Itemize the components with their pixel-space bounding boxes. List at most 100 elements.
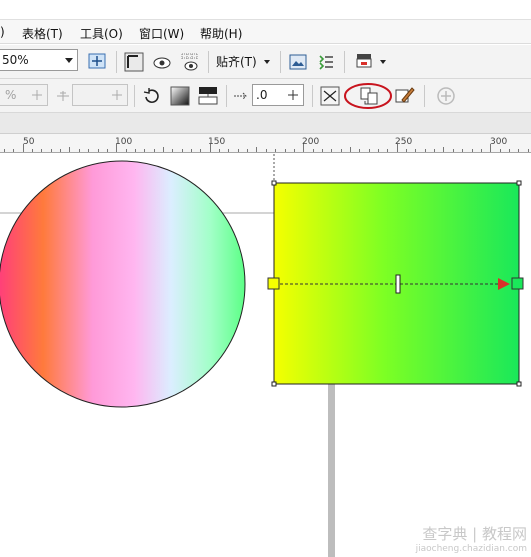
property-bar: % .0 (0, 79, 531, 113)
drawing-canvas[interactable]: 查字典 | 教程网 jiaocheng.chazidian.com (0, 154, 531, 557)
ruler-tick (78, 149, 80, 152)
zoom-level-value: 50% (2, 53, 29, 67)
ruler-tick (237, 149, 239, 152)
image-icon (289, 54, 307, 70)
toolbar-separator (226, 85, 227, 107)
ruler-tick (359, 149, 361, 152)
frame-button[interactable] (122, 50, 146, 74)
menu-item-table[interactable]: 表格(T) (22, 25, 63, 42)
window-top-strip (0, 0, 531, 20)
ruler-tick (349, 147, 351, 152)
watermark: 查字典 | 教程网 jiaocheng.chazidian.com (416, 523, 527, 554)
spinner-icon (288, 90, 298, 100)
selection-handle[interactable] (516, 381, 522, 387)
ruler-tick (368, 149, 370, 152)
ruler-tick (265, 149, 267, 152)
ruler-tick (153, 149, 155, 152)
angle-spinner[interactable] (72, 84, 128, 106)
toolbar-separator (344, 51, 345, 73)
ruler-tick (219, 149, 221, 152)
selection-handle[interactable] (271, 381, 277, 387)
fill-start-node[interactable] (267, 277, 280, 290)
chevron-down-icon (65, 58, 73, 63)
ruler-tick (415, 149, 417, 152)
toolbar-dock-gap (0, 113, 531, 133)
menu-item-cut[interactable]: ) (0, 25, 5, 39)
ruler-tick (134, 149, 136, 152)
view-eye-icon (153, 57, 171, 69)
menu-item-window[interactable]: 窗口(W) (139, 25, 184, 42)
ruler-tick (434, 149, 436, 152)
fill-gradient-button[interactable] (168, 84, 192, 108)
ruler-tick (378, 149, 379, 152)
nudge-distance-spinner[interactable]: .0 (252, 84, 304, 106)
list-options-button[interactable] (314, 50, 338, 74)
ruler-tick (387, 149, 389, 152)
view-toggle-button[interactable] (150, 50, 174, 74)
ruler-tick (97, 149, 99, 152)
options-button[interactable] (286, 50, 310, 74)
ruler-tick (69, 147, 71, 152)
ruler-tick (228, 149, 230, 152)
ruler-tick (106, 149, 108, 152)
horizontal-ruler[interactable]: 50 100 150 200 250 300 (0, 133, 531, 153)
zoom-to-page-button[interactable] (85, 50, 109, 74)
mirror-icon (320, 86, 340, 106)
gradient-circle[interactable] (0, 160, 246, 408)
ruler-tick (424, 149, 426, 152)
ruler-tick (247, 149, 249, 152)
toolbar-separator (312, 85, 313, 107)
ruler-tick (22, 144, 24, 152)
ruler-tick (303, 144, 305, 152)
spinner-icon (32, 90, 42, 100)
ruler-tick (284, 149, 286, 152)
ruler-tick (480, 149, 482, 152)
opacity-spinner[interactable]: % (0, 84, 48, 106)
menu-item-tools[interactable]: 工具(O) (80, 25, 123, 42)
launch-icon (356, 54, 372, 68)
swap-icon (198, 87, 218, 105)
ruler-label: 200 (302, 137, 320, 147)
fill-midpoint-slider[interactable] (395, 274, 401, 294)
application-launcher-button[interactable] (352, 50, 376, 74)
toolbar-separator (134, 85, 135, 107)
chevron-down-icon (380, 60, 386, 64)
zoom-level-combo[interactable]: 50% (0, 49, 78, 71)
fill-end-node[interactable] (511, 277, 524, 290)
rotate-button[interactable] (140, 84, 164, 108)
ruler-tick (60, 149, 62, 152)
mirror-button[interactable] (318, 84, 342, 108)
swap-colors-button[interactable] (196, 84, 220, 108)
ruler-tick (331, 149, 333, 152)
ruler-tick (209, 144, 211, 152)
ruler-tick (499, 149, 501, 152)
toolbar-separator (116, 51, 117, 73)
ruler-tick (256, 147, 258, 152)
ruler-tick (32, 149, 34, 152)
edit-fill-icon (395, 87, 415, 103)
zoom-to-page-icon (88, 53, 106, 69)
midpoint-icon (57, 91, 69, 101)
view-grid-button[interactable] (178, 50, 202, 74)
rotate-icon (143, 88, 159, 104)
ruler-tick (50, 149, 52, 152)
ruler-tick (396, 144, 398, 152)
ruler-tick (181, 149, 183, 152)
drawing-surface (0, 154, 524, 557)
ruler-tick (471, 149, 473, 152)
ruler-label: 50 (23, 137, 35, 147)
ruler-tick (406, 149, 408, 152)
snap-to-dropdown[interactable]: 贴齐(T) (216, 53, 257, 70)
ruler-tick (4, 149, 5, 152)
edit-fill-button[interactable] (392, 84, 416, 108)
highlight-ellipse (344, 83, 392, 109)
menu-item-help[interactable]: 帮助(H) (200, 25, 242, 42)
ruler-tick (527, 149, 529, 152)
selection-handle[interactable] (516, 180, 522, 186)
add-preset-button[interactable] (434, 84, 458, 108)
selection-handle[interactable] (271, 180, 277, 186)
ruler-tick (443, 147, 445, 152)
toolbar-separator (208, 51, 209, 73)
list-icon (319, 55, 333, 70)
ruler-tick (88, 149, 90, 152)
